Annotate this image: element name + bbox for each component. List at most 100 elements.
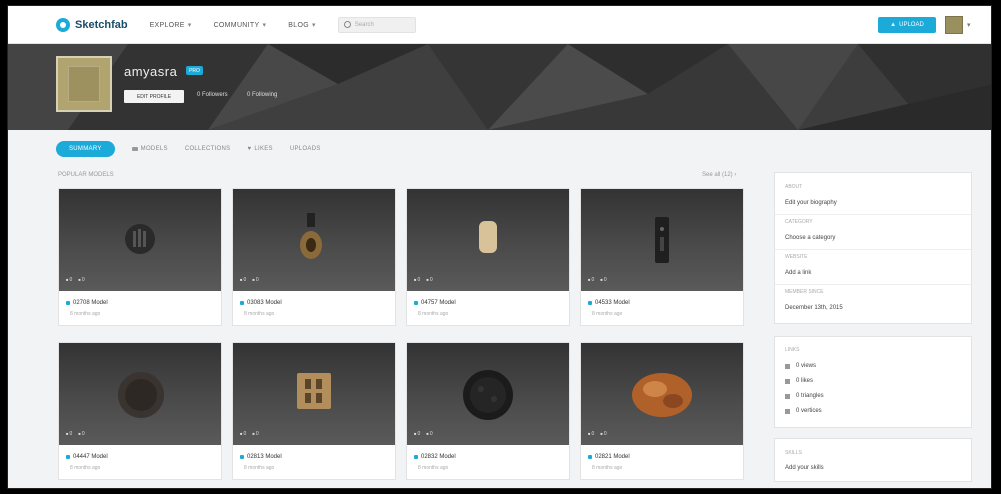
model-title[interactable]: 04447 Model — [66, 454, 108, 460]
add-skills-link[interactable]: Add your skills — [785, 465, 824, 471]
model-title[interactable]: 04533 Model — [588, 300, 630, 306]
chevron-down-icon: ▾ — [187, 21, 192, 29]
model-title-text: 03083 Model — [247, 300, 282, 306]
model-preview — [463, 370, 513, 420]
tab-likes[interactable]: ♥ LIKES — [247, 146, 272, 152]
nav-blog-label: BLOG — [288, 21, 309, 29]
model-title[interactable]: 02708 Model — [66, 300, 108, 306]
model-title-text: 02832 Model — [421, 454, 456, 460]
link-item-label: 0 vertices — [796, 408, 822, 414]
likes-count: 0 — [426, 431, 433, 437]
search-icon — [343, 21, 351, 28]
model-title[interactable]: 03083 Model — [240, 300, 282, 306]
eye-icon — [785, 363, 790, 369]
model-thumbnail[interactable]: 00 — [407, 343, 569, 445]
search-placeholder: Search — [354, 21, 374, 28]
model-icon — [588, 301, 592, 305]
tab-collections-label: COLLECTIONS — [184, 146, 231, 152]
model-title-text: 02813 Model — [247, 454, 282, 460]
upload-button[interactable]: ▲ UPLOAD — [878, 17, 936, 33]
model-title[interactable]: 04757 Model — [414, 300, 456, 306]
see-all-link[interactable]: See all (12) › — [702, 172, 736, 178]
link-item-label: 0 likes — [796, 378, 814, 384]
likes-count: 0 — [600, 277, 607, 283]
profile-avatar[interactable] — [56, 56, 112, 112]
model-thumbnail[interactable]: 00 — [59, 343, 221, 445]
followers-link[interactable]: 0 Followers — [197, 92, 228, 98]
following-link[interactable]: 0 Following — [247, 92, 277, 98]
nav-explore[interactable]: EXPLORE ▾ — [150, 21, 192, 29]
likes-count: 0 — [426, 277, 433, 283]
profile-username: amyasra — [124, 64, 178, 79]
likes-count: 0 — [252, 277, 259, 283]
model-date: 8 months ago — [418, 465, 449, 471]
tab-models[interactable]: MODELS — [131, 146, 168, 152]
nav-community[interactable]: COMMUNITY ▾ — [214, 21, 267, 29]
model-card[interactable]: 00 04757 Model 8 months ago — [406, 188, 570, 326]
edit-profile-button[interactable]: EDIT PROFILE — [124, 90, 184, 103]
tab-uploads[interactable]: UPLOADS — [290, 146, 321, 152]
views-count: 0 — [414, 431, 421, 437]
views-count: 0 — [66, 431, 73, 437]
views-count: 0 — [588, 431, 595, 437]
link-item[interactable]: 0 views — [785, 363, 816, 369]
model-thumbnail[interactable]: 00 — [407, 189, 569, 291]
profile-cover: amyasra PRO EDIT PROFILE 0 Followers 0 F… — [8, 44, 991, 130]
link-item[interactable]: 0 vertices — [785, 408, 822, 414]
tab-uploads-label: UPLOADS — [289, 146, 321, 152]
nav-blog[interactable]: BLOG ▾ — [288, 21, 315, 29]
likes-count: 0 — [78, 431, 85, 437]
chevron-down-icon[interactable]: ▾ — [967, 21, 971, 29]
model-title[interactable]: 02821 Model — [588, 454, 630, 460]
cover-pattern — [8, 44, 991, 130]
model-icon — [66, 455, 70, 459]
website-label: WEBSITE — [785, 254, 808, 260]
model-card[interactable]: 00 04533 Model 8 months ago — [580, 188, 744, 326]
model-title[interactable]: 02813 Model — [240, 454, 282, 460]
model-card[interactable]: 00 03083 Model 8 months ago — [232, 188, 396, 326]
model-date: 8 months ago — [244, 465, 275, 471]
link-item-label: 0 triangles — [796, 393, 824, 399]
choose-category-link[interactable]: Choose a category — [785, 235, 835, 241]
model-thumbnail[interactable]: 00 — [581, 343, 743, 445]
model-card[interactable]: 00 02832 Model 8 months ago — [406, 342, 570, 480]
link-item[interactable]: 0 likes — [785, 378, 813, 384]
sketchfab-logo-icon — [56, 17, 70, 32]
model-icon — [66, 301, 70, 305]
views-count: 0 — [414, 277, 421, 283]
edit-bio-link[interactable]: Edit your biography — [785, 200, 837, 206]
model-thumbnail[interactable]: 00 — [581, 189, 743, 291]
upload-label: UPLOAD — [899, 22, 924, 28]
model-icon — [240, 455, 244, 459]
model-card[interactable]: 00 02708 Model 8 months ago — [58, 188, 222, 326]
heart-icon: ♥ — [247, 146, 252, 152]
tab-collections[interactable]: COLLECTIONS — [185, 146, 231, 152]
divider — [775, 284, 971, 285]
avatar-image — [68, 66, 100, 102]
member-since-label: MEMBER SINCE — [785, 289, 824, 295]
model-card[interactable]: 00 04447 Model 8 months ago — [58, 342, 222, 480]
tab-likes-label: LIKES — [254, 146, 273, 152]
model-thumbnail[interactable]: 00 — [233, 343, 395, 445]
model-date: 8 months ago — [244, 311, 275, 317]
model-card[interactable]: 00 02813 Model 8 months ago — [232, 342, 396, 480]
model-thumbnail[interactable]: 00 — [233, 189, 395, 291]
likes-count: 0 — [78, 277, 85, 283]
views-count: 0 — [66, 277, 73, 283]
link-item[interactable]: 0 triangles — [785, 393, 824, 399]
model-preview — [125, 224, 155, 254]
model-date: 8 months ago — [418, 311, 449, 317]
model-title-text: 04447 Model — [73, 454, 108, 460]
likes-count: 0 — [600, 431, 607, 437]
search-input[interactable]: Search — [337, 16, 416, 33]
model-thumbnail[interactable]: 00 — [59, 189, 221, 291]
model-stats: 00 — [588, 277, 607, 283]
add-link[interactable]: Add a link — [785, 270, 811, 276]
model-preview — [300, 213, 322, 259]
user-avatar-menu[interactable] — [945, 16, 963, 34]
tab-summary[interactable]: SUMMARY — [56, 141, 115, 157]
model-title[interactable]: 02832 Model — [414, 454, 456, 460]
model-card[interactable]: 00 02821 Model 8 months ago — [580, 342, 744, 480]
sketchfab-logo[interactable]: Sketchfab — [56, 17, 128, 32]
model-icon — [240, 301, 244, 305]
